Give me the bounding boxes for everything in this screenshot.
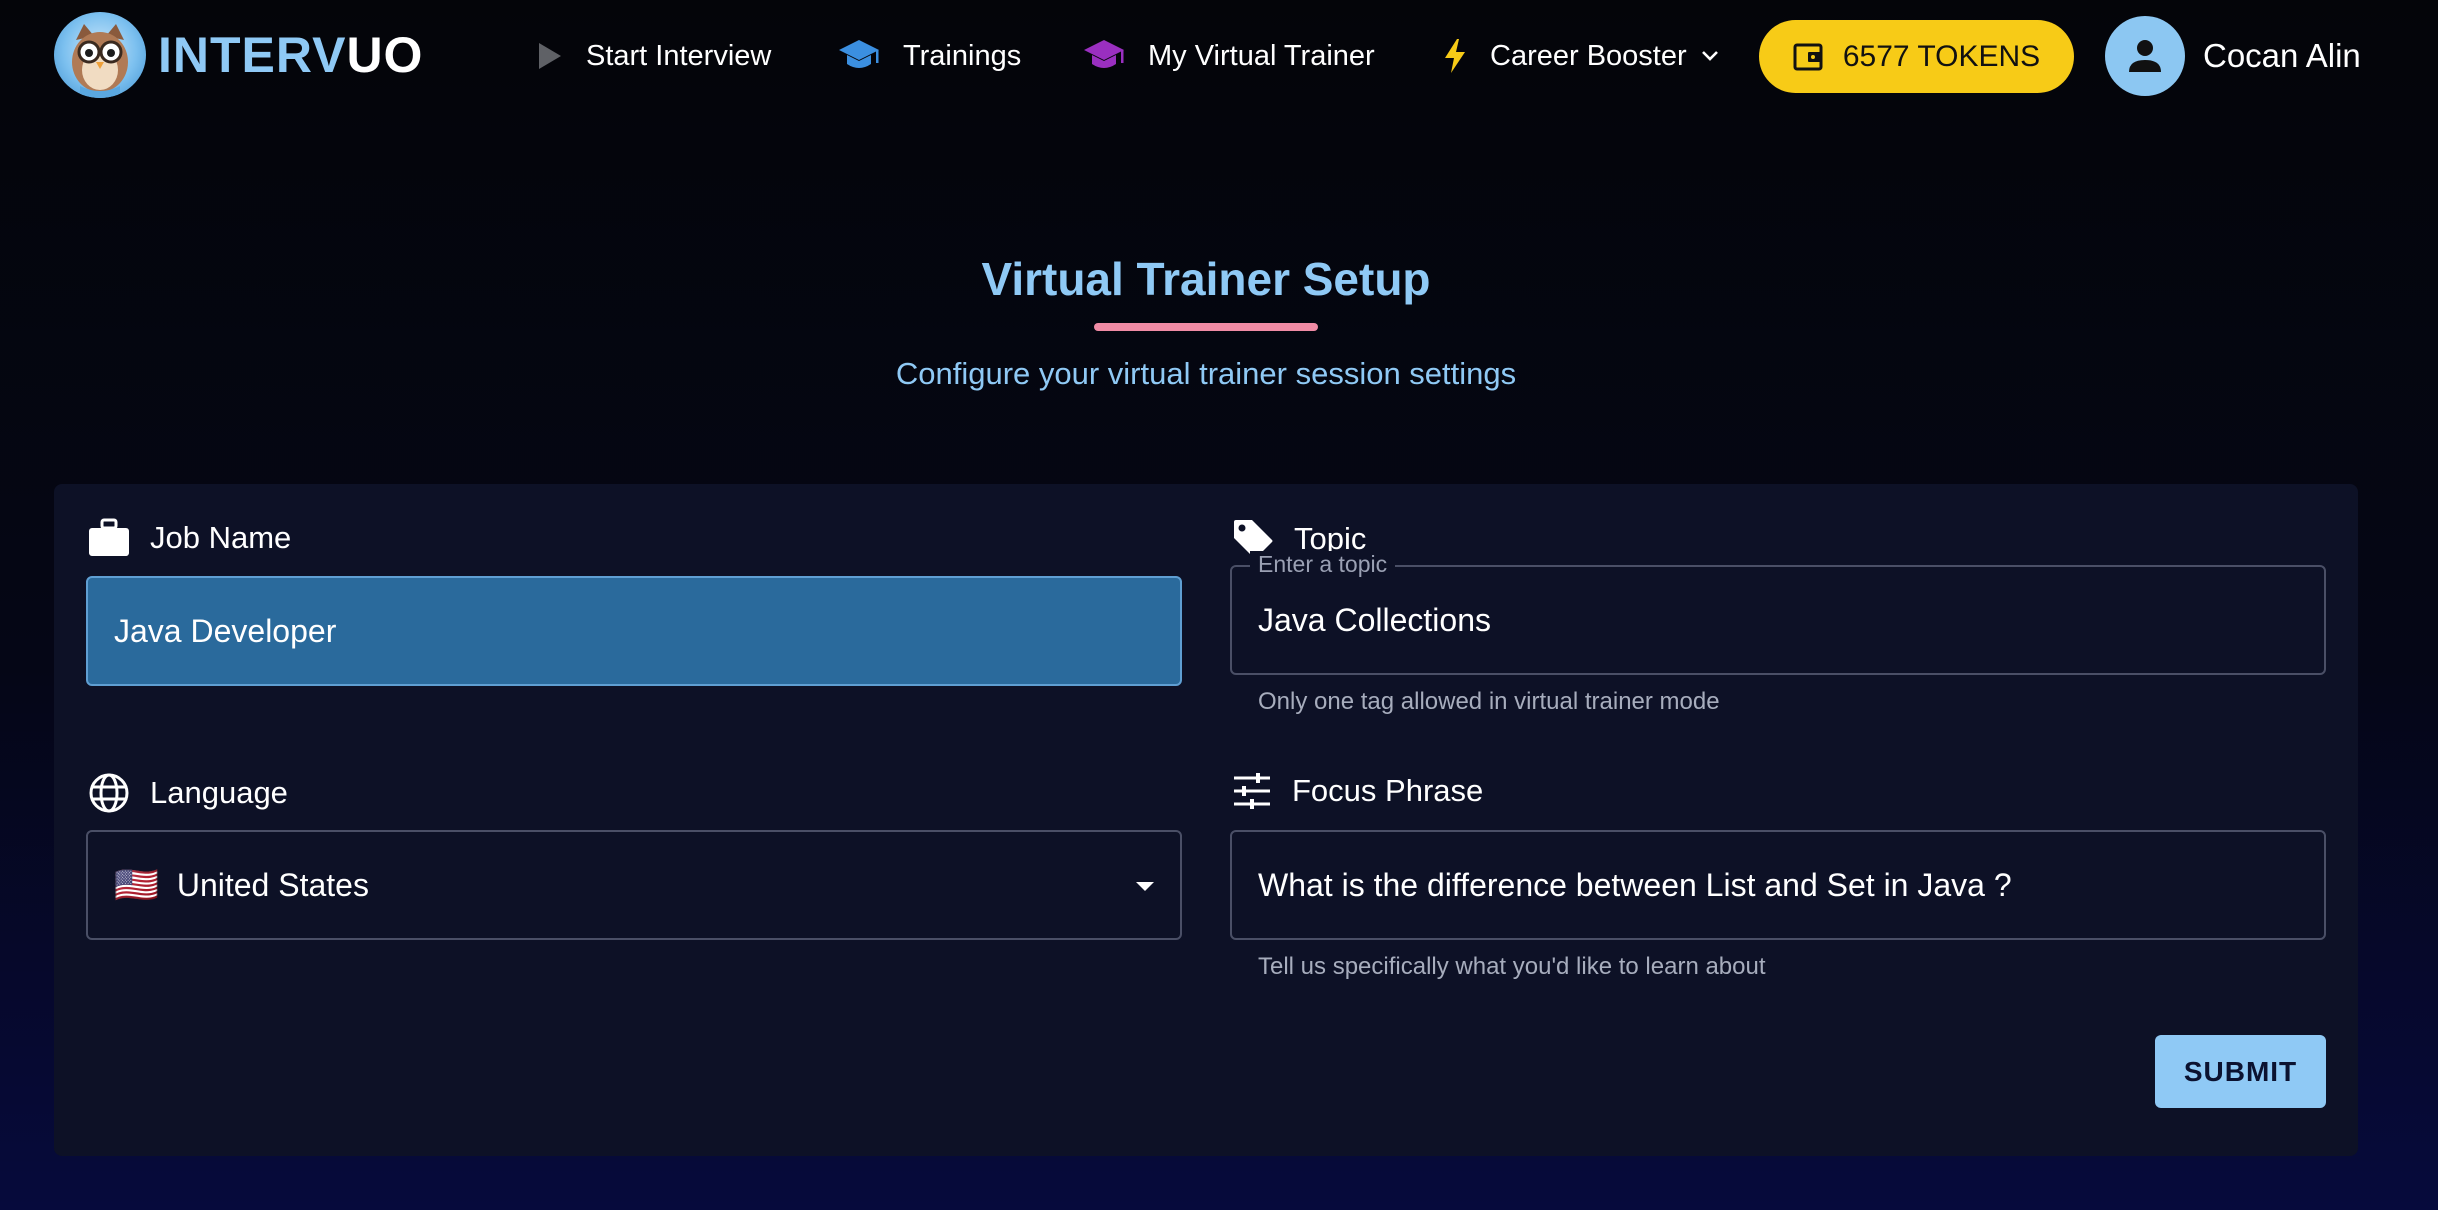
brand-name: INTERVUO xyxy=(158,26,423,84)
job-name-label-text: Job Name xyxy=(150,520,292,555)
page-title: Virtual Trainer Setup xyxy=(981,253,1431,305)
nav-start-interview[interactable]: Start Interview xyxy=(536,26,771,86)
focus-phrase-input[interactable]: What is the difference between List and … xyxy=(1230,830,2326,940)
nav-career-booster[interactable]: Career Booster xyxy=(1442,26,1719,86)
globe-icon xyxy=(89,773,129,813)
chevron-down-icon xyxy=(1701,51,1718,61)
avatar xyxy=(2105,16,2185,96)
owl-logo-icon xyxy=(54,12,146,98)
topic-helper-text: Only one tag allowed in virtual trainer … xyxy=(1258,688,1720,715)
nav-start-interview-label: Start Interview xyxy=(586,39,772,72)
briefcase-icon xyxy=(89,518,129,556)
topic-input[interactable]: Java Collections xyxy=(1230,565,2326,675)
tokens-button[interactable]: 6577 TOKENS xyxy=(1759,20,2074,93)
us-flag-icon: 🇺🇸 xyxy=(114,864,159,905)
submit-button[interactable]: SUBMIT xyxy=(2155,1035,2326,1108)
brand-part-2: UO xyxy=(346,27,424,83)
focus-phrase-label: Focus Phrase xyxy=(1232,772,1483,810)
job-name-input[interactable]: Java Developer xyxy=(86,576,1182,686)
topic-value: Java Collections xyxy=(1258,601,1491,638)
job-name-label: Job Name xyxy=(88,518,291,558)
top-nav: INTERVUO Start Interview Trainings My Vi… xyxy=(0,0,2438,112)
lightning-icon xyxy=(1445,39,1465,73)
play-icon xyxy=(539,43,561,69)
user-icon xyxy=(2129,40,2161,72)
title-underline xyxy=(1094,323,1318,331)
nav-trainings[interactable]: Trainings xyxy=(837,26,1021,86)
focus-helper-text: Tell us specifically what you'd like to … xyxy=(1258,953,1766,980)
language-label: Language xyxy=(88,772,288,814)
user-menu[interactable]: Cocan Alin xyxy=(2105,16,2361,96)
tune-icon xyxy=(1234,773,1270,809)
topic-input-legend: Enter a topic xyxy=(1250,551,1396,578)
nav-trainings-label: Trainings xyxy=(903,39,1022,72)
wallet-icon xyxy=(1793,43,1823,70)
logo[interactable]: INTERVUO xyxy=(54,12,423,98)
page-subtitle: Configure your virtual trainer session s… xyxy=(895,356,1517,391)
graduation-cap-icon xyxy=(1084,40,1124,68)
nav-my-virtual-trainer-label: My Virtual Trainer xyxy=(1148,39,1375,72)
language-label-text: Language xyxy=(150,775,288,810)
graduation-cap-icon xyxy=(839,40,879,68)
nav-career-booster-label: Career Booster xyxy=(1490,39,1687,72)
nav-my-virtual-trainer[interactable]: My Virtual Trainer xyxy=(1082,26,1375,86)
brand-part-1: INTERV xyxy=(158,27,347,83)
tokens-label: 6577 TOKENS xyxy=(1842,39,2041,73)
language-value: United States xyxy=(176,866,369,903)
job-name-value: Java Developer xyxy=(114,612,337,649)
focus-phrase-label-text: Focus Phrase xyxy=(1292,773,1484,808)
language-select[interactable]: 🇺🇸 United States xyxy=(86,830,1182,940)
user-name: Cocan Alin xyxy=(2203,37,2361,74)
focus-phrase-value: What is the difference between List and … xyxy=(1258,866,2012,903)
dropdown-caret-icon xyxy=(1136,882,1154,891)
